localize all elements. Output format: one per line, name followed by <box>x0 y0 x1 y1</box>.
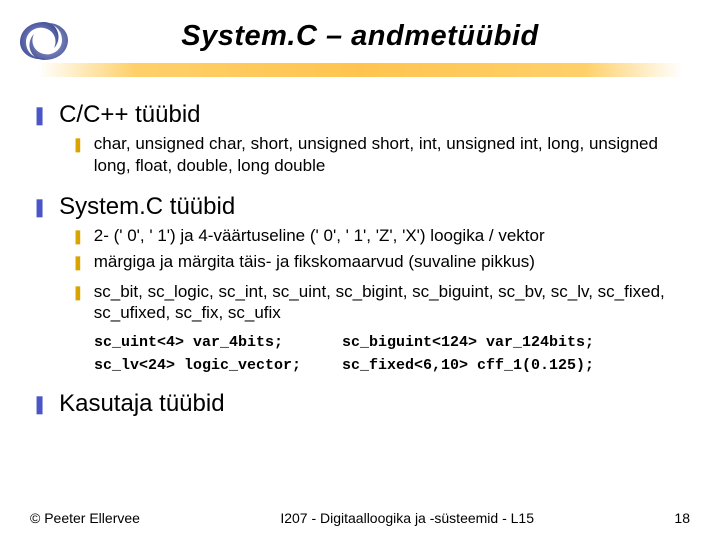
list-item: ❚ 2- (' 0', ' 1') ja 4-väärtuseline (' 0… <box>72 225 692 247</box>
footer-center: I207 - Digitaalloogika ja -süsteemid - L… <box>140 510 675 526</box>
heading-text: System.C tüübid <box>59 193 235 221</box>
slide-title: System.C – andmetüübid <box>0 0 720 53</box>
code-cell: sc_fixed<6,10> cff_1(0.125); <box>342 357 692 374</box>
slide-body: ❚ C/C++ tüübid ❚ char, unsigned char, sh… <box>0 77 720 418</box>
bullet-icon: ❚ <box>32 390 47 418</box>
list-item: ❚ märgiga ja märgita täis- ja fikskomaar… <box>72 251 692 273</box>
subbullet-icon: ❚ <box>72 225 84 247</box>
code-cell: sc_biguint<124> var_124bits; <box>342 334 692 351</box>
logo-swirl <box>14 18 74 64</box>
heading-text: C/C++ tüübid <box>59 101 200 129</box>
page-number: 18 <box>674 510 690 526</box>
list-item-text: märgiga ja märgita täis- ja fikskomaarvu… <box>94 251 692 273</box>
subbullet-icon: ❚ <box>72 281 84 303</box>
bullet-icon: ❚ <box>32 101 47 129</box>
list-item-text: sc_bit, sc_logic, sc_int, sc_uint, sc_bi… <box>94 281 692 325</box>
code-row: sc_uint<4> var_4bits; sc_biguint<124> va… <box>94 334 692 351</box>
code-cell: sc_lv<24> logic_vector; <box>94 357 342 374</box>
list-item: ❚ sc_bit, sc_logic, sc_int, sc_uint, sc_… <box>72 281 692 325</box>
slide-footer: © Peeter Ellervee I207 - Digitaalloogika… <box>0 510 720 526</box>
list-item: ❚ char, unsigned char, short, unsigned s… <box>72 133 692 177</box>
footer-left: © Peeter Ellervee <box>30 510 140 526</box>
code-row: sc_lv<24> logic_vector; sc_fixed<6,10> c… <box>94 357 692 374</box>
bullet-icon: ❚ <box>32 193 47 221</box>
heading-text: Kasutaja tüübid <box>59 390 224 418</box>
subbullet-icon: ❚ <box>72 133 84 155</box>
subbullet-icon: ❚ <box>72 251 84 273</box>
code-cell: sc_uint<4> var_4bits; <box>94 334 342 351</box>
list-item-text: char, unsigned char, short, unsigned sho… <box>94 133 692 177</box>
list-item-text: 2- (' 0', ' 1') ja 4-väärtuseline (' 0',… <box>94 225 692 247</box>
title-underline <box>38 63 682 77</box>
heading-systemc-types: ❚ System.C tüübid <box>28 193 692 221</box>
heading-cpp-types: ❚ C/C++ tüübid <box>28 101 692 129</box>
heading-user-types: ❚ Kasutaja tüübid <box>28 390 692 418</box>
